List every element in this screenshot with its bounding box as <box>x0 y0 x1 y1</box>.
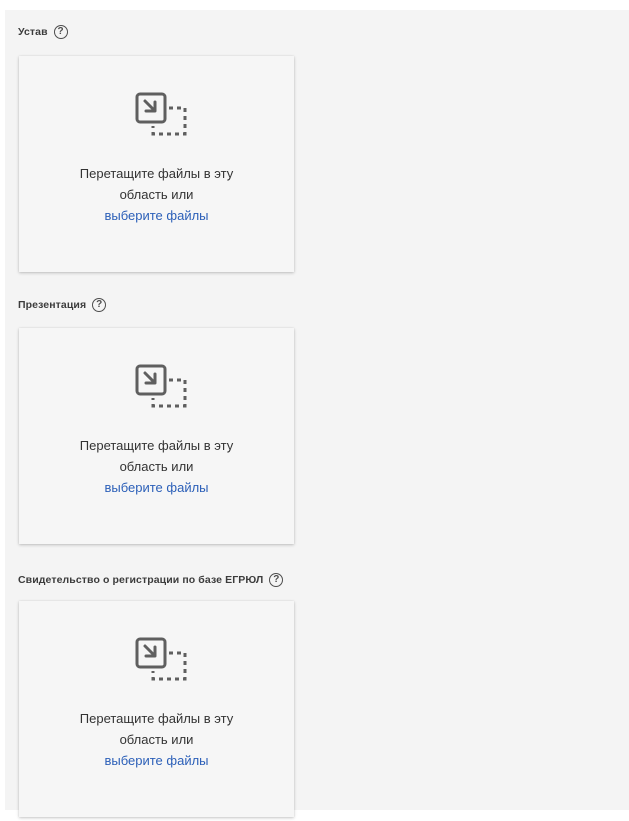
dropzone-charter[interactable]: Перетащите файлы в эту область или выбер… <box>19 56 294 272</box>
dropzone-egrul-certificate[interactable]: Перетащите файлы в эту область или выбер… <box>19 601 294 817</box>
dropzone-hint-line1: Перетащите файлы в эту <box>79 166 234 181</box>
choose-files-link[interactable]: выберите файлы <box>19 205 294 226</box>
section-label-charter: Устав ? <box>18 22 68 42</box>
help-icon[interactable]: ? <box>269 573 284 587</box>
file-drop-icon <box>135 364 187 408</box>
dropzone-hint-line1: Перетащите файлы в эту <box>79 438 234 453</box>
section-label-text: Устав <box>18 26 48 38</box>
section-label-presentation: Презентация ? <box>18 295 107 315</box>
file-drop-icon <box>135 92 187 136</box>
choose-files-link[interactable]: выберите файлы <box>19 477 294 498</box>
section-label-text: Свидетельство о регистрации по базе ЕГРЮ… <box>18 574 264 586</box>
dropzone-presentation[interactable]: Перетащите файлы в эту область или выбер… <box>19 328 294 544</box>
dropzone-hint-line2: область или <box>119 187 194 202</box>
dropzone-text: Перетащите файлы в эту область или выбер… <box>19 163 294 226</box>
help-icon[interactable]: ? <box>53 25 68 39</box>
dropzone-hint-line1: Перетащите файлы в эту <box>79 711 234 726</box>
dropzone-text: Перетащите файлы в эту область или выбер… <box>19 435 294 498</box>
dropzone-hint-line2: область или <box>119 459 194 474</box>
dropzone-hint-line2: область или <box>119 732 194 747</box>
section-label-text: Презентация <box>18 299 87 311</box>
section-label-egrul-certificate: Свидетельство о регистрации по базе ЕГРЮ… <box>18 570 284 590</box>
dropzone-text: Перетащите файлы в эту область или выбер… <box>19 708 294 771</box>
file-drop-icon <box>135 637 187 681</box>
help-icon[interactable]: ? <box>92 298 107 312</box>
choose-files-link[interactable]: выберите файлы <box>19 750 294 771</box>
